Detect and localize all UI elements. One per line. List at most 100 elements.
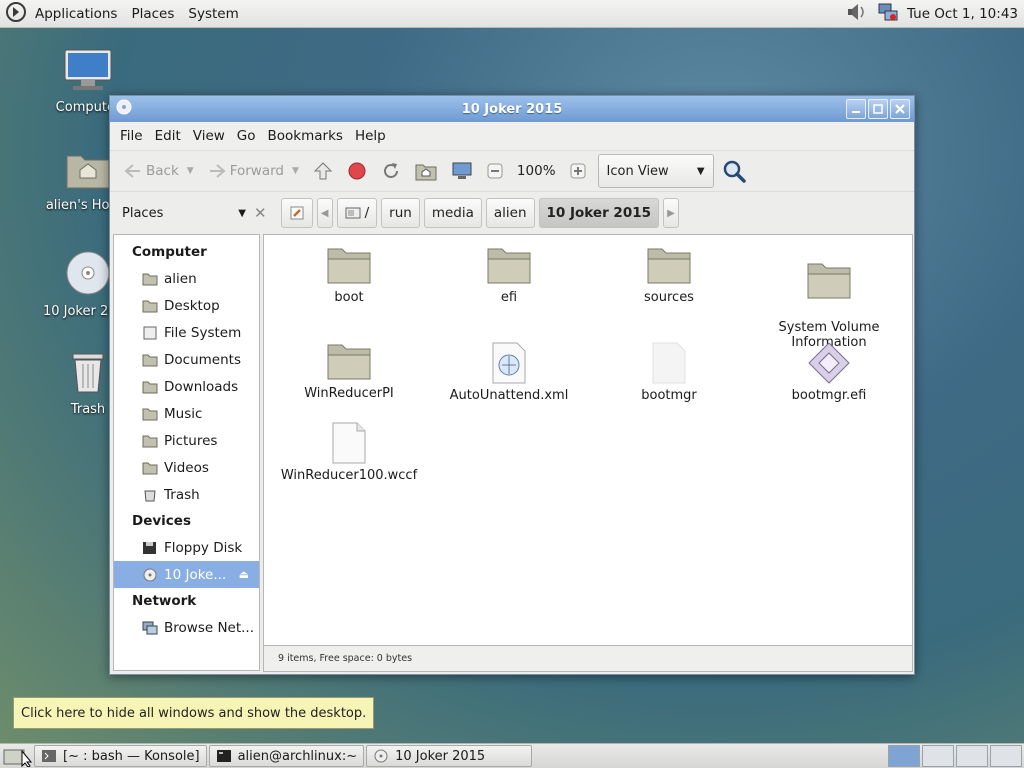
zoom-in-icon — [570, 163, 586, 179]
task-terminal[interactable]: alien@archlinux:~ — [208, 745, 365, 767]
show-desktop-button[interactable] — [2, 745, 32, 767]
close-pane-icon[interactable]: ✕ — [254, 204, 267, 222]
menu-edit[interactable]: Edit — [149, 128, 187, 144]
forward-dropdown-icon[interactable]: ▼ — [292, 166, 299, 176]
volume-icon[interactable] — [845, 2, 869, 26]
maximize-button[interactable] — [868, 99, 888, 119]
edit-location-button[interactable] — [280, 198, 313, 228]
menu-view[interactable]: View — [187, 128, 231, 144]
folder-icon — [142, 300, 158, 312]
back-arrow-icon — [124, 164, 140, 178]
computer-button[interactable] — [445, 155, 479, 187]
file-item[interactable]: bootmgr — [589, 341, 749, 403]
task-label: [~ : bash — Konsole] — [63, 748, 200, 764]
sidebar-pane-select[interactable]: Places ▼ — [118, 206, 250, 221]
back-button[interactable]: Back ▼ — [118, 155, 200, 187]
folder-icon — [327, 344, 371, 380]
menu-help[interactable]: Help — [349, 128, 392, 144]
sidebar-item-pictures[interactable]: Pictures — [114, 427, 259, 454]
file-view: boot efi sources System Volume Informati… — [263, 234, 913, 646]
file-item[interactable]: bootmgr.efi — [749, 341, 909, 403]
sidebar-item-label: Documents — [164, 351, 241, 368]
title-bar[interactable]: 10 Joker 2015 — [110, 96, 914, 122]
file-item[interactable]: System Volume Information — [749, 245, 909, 350]
workspace-1[interactable] — [888, 745, 920, 767]
workspace-2[interactable] — [922, 745, 954, 767]
zoom-out-button[interactable] — [481, 155, 509, 187]
file-name: WinReducer100.wccf — [280, 468, 418, 483]
reload-button[interactable] — [375, 155, 407, 187]
menu-bookmarks[interactable]: Bookmarks — [262, 128, 349, 144]
document-file-icon — [332, 422, 366, 464]
task-konsole[interactable]: [~ : bash — Konsole] — [34, 745, 207, 767]
crumb-run[interactable]: run — [381, 198, 420, 228]
network-icon[interactable] — [877, 2, 899, 26]
menu-file[interactable]: File — [114, 128, 149, 144]
file-name: WinReducerPI — [304, 386, 394, 401]
terminal-icon — [216, 750, 231, 762]
task-label: 10 Joker 2015 — [395, 748, 486, 764]
up-button[interactable] — [307, 155, 339, 187]
system-menu[interactable]: System — [183, 0, 243, 28]
drive-icon — [345, 207, 361, 219]
stop-button[interactable] — [341, 155, 373, 187]
top-menu: Applications Places System — [0, 0, 244, 28]
view-mode-select[interactable]: Icon View ▼ — [597, 154, 714, 188]
sidebar-item-filesystem[interactable]: File System — [114, 319, 259, 346]
chevron-down-icon: ▼ — [696, 165, 705, 177]
toolbar: Back ▼ Forward ▼ 100% Icon View ▼ — [110, 150, 914, 192]
terminal-icon — [42, 750, 56, 762]
home-folder-icon — [142, 273, 158, 285]
eject-icon[interactable]: ⏏ — [239, 568, 249, 581]
menu-bar: File Edit View Go Bookmarks Help — [110, 122, 914, 150]
crumb-current[interactable]: 10 Joker 2015 — [538, 198, 660, 228]
close-button[interactable] — [890, 99, 910, 119]
network-icon — [142, 621, 158, 634]
sidebar-item-downloads[interactable]: Downloads — [114, 373, 259, 400]
sidebar-item-browse-network[interactable]: Browse Net... — [114, 614, 259, 641]
file-item[interactable]: WinReducerPI — [269, 341, 429, 401]
crumb-scroll-right[interactable]: ▶ — [663, 198, 680, 228]
zoom-in-button[interactable] — [564, 155, 592, 187]
home-button[interactable] — [409, 155, 443, 187]
folder-icon — [142, 354, 158, 366]
sidebar-item-trash[interactable]: Trash — [114, 481, 259, 508]
file-item[interactable]: boot — [269, 245, 429, 305]
menu-go[interactable]: Go — [231, 128, 262, 144]
workspace-3[interactable] — [956, 745, 988, 767]
blank-file-icon — [652, 342, 686, 384]
sidebar-item-floppy[interactable]: Floppy Disk — [114, 534, 259, 561]
applications-menu[interactable]: Applications — [30, 0, 122, 28]
forward-label: Forward — [229, 163, 284, 179]
filesystem-icon — [143, 326, 157, 339]
task-file-manager[interactable]: 10 Joker 2015 — [366, 745, 533, 767]
places-menu[interactable]: Places — [126, 0, 179, 28]
chevron-down-icon: ▼ — [238, 207, 246, 219]
workspace-4[interactable] — [990, 745, 1022, 767]
search-button[interactable] — [716, 155, 752, 187]
places-label: Places — [122, 205, 164, 221]
sidebar-item-label: Desktop — [164, 297, 220, 314]
file-item[interactable]: sources — [589, 245, 749, 305]
crumb-alien[interactable]: alien — [485, 198, 535, 228]
file-item[interactable]: efi — [429, 245, 589, 305]
sidebar-item-documents[interactable]: Documents — [114, 346, 259, 373]
crumb-root[interactable]: / — [336, 198, 378, 228]
sidebar-item-alien[interactable]: alien — [114, 265, 259, 292]
forward-button[interactable]: Forward ▼ — [202, 155, 305, 187]
crumb-scroll-left[interactable]: ◀ — [316, 198, 333, 228]
minimize-button[interactable] — [846, 99, 866, 119]
distro-logo-icon[interactable] — [6, 1, 26, 26]
sidebar-item-music[interactable]: Music — [114, 400, 259, 427]
file-item[interactable]: WinReducer100.wccf — [269, 421, 429, 483]
file-item[interactable]: AutoUnattend.xml — [429, 341, 589, 403]
sidebar-item-disc[interactable]: 10 Joke... ⏏ — [114, 561, 259, 588]
crumb-media[interactable]: media — [423, 198, 482, 228]
clock[interactable]: Tue Oct 1, 10:43 — [907, 6, 1018, 22]
sidebar-item-videos[interactable]: Videos — [114, 454, 259, 481]
sidebar-item-desktop[interactable]: Desktop — [114, 292, 259, 319]
home-icon — [415, 164, 437, 181]
sidebar-item-label: Music — [164, 405, 203, 422]
cd-icon — [374, 749, 388, 763]
back-dropdown-icon[interactable]: ▼ — [187, 166, 194, 176]
